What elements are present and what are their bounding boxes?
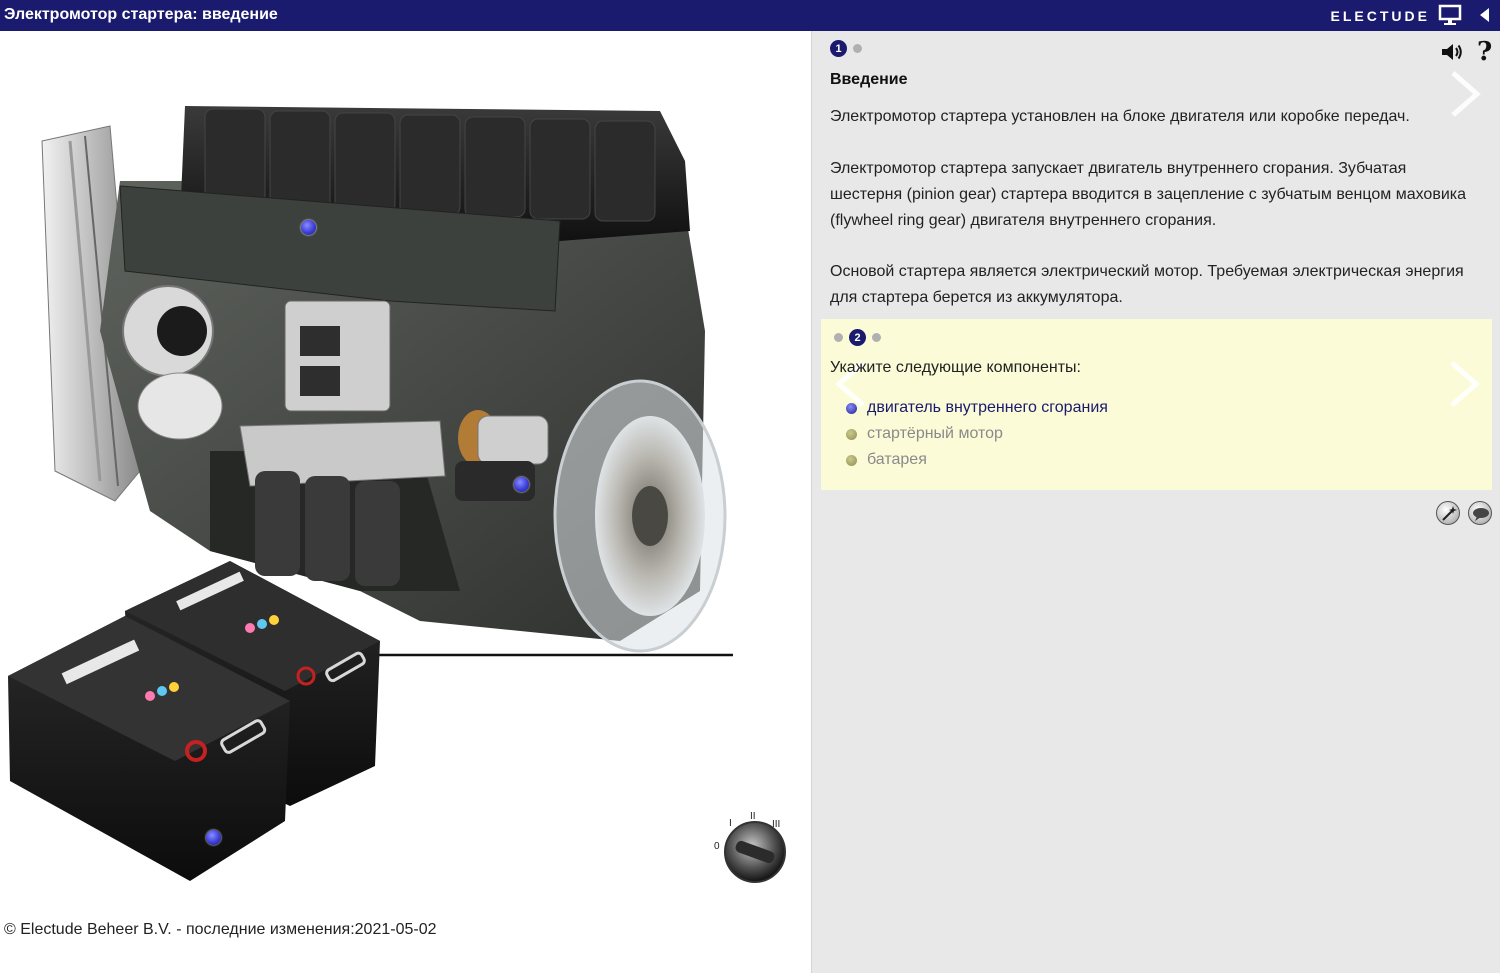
list-item: двигатель внутреннего сгорания (846, 395, 1108, 421)
battery-pack (8, 561, 380, 881)
flywheel-housing (553, 379, 727, 653)
list-item: стартёрный мотор (846, 421, 1108, 447)
task-box: 2 Укажите следующие компоненты: двигател… (821, 319, 1492, 490)
ignition-label-1: I (729, 818, 732, 829)
list-item-label: батарея (867, 451, 927, 468)
step-dot[interactable] (834, 333, 843, 342)
ignition-label-2: II (750, 811, 756, 822)
presentation-screen-icon[interactable] (1438, 4, 1462, 26)
list-item-label: стартёрный мотор (867, 425, 1003, 442)
speech-bubble-icon[interactable] (1468, 501, 1492, 525)
step-dot[interactable] (872, 333, 881, 342)
intro-paragraph-2: Электромотор стартера запускает двигател… (830, 160, 1467, 229)
bullet-icon (846, 403, 857, 414)
copyright-text: © Electude Beheer B.V. - последние измен… (4, 921, 437, 938)
list-item: батарея (846, 447, 1108, 473)
speaker-icon[interactable] (1440, 41, 1464, 63)
step-indicator-task: 2 (834, 329, 881, 346)
hotspot-battery[interactable] (206, 830, 221, 845)
triangle-left-icon[interactable] (1478, 7, 1490, 23)
brand-logo: ELECTUDE (1330, 8, 1430, 24)
question-mark-icon[interactable]: ? (1477, 37, 1492, 67)
hotspot-starter-motor[interactable] (514, 477, 529, 492)
intro-paragraph-3: Основой стартера является электрический … (830, 263, 1464, 306)
list-item-label: двигатель внутреннего сгорания (867, 399, 1108, 416)
task-title: Укажите следующие компоненты: (830, 359, 1081, 376)
section-title: Введение (830, 71, 908, 88)
bullet-icon (846, 429, 857, 440)
page-title: Электромотор стартера: введение (4, 6, 278, 23)
ignition-switch-icon[interactable]: 0 I II III (714, 811, 786, 883)
step-dot-active[interactable]: 1 (830, 40, 847, 57)
bullet-icon (846, 455, 857, 466)
engine-scene: 0 I II III (8, 106, 786, 883)
step-dot-active[interactable]: 2 (849, 329, 866, 346)
component-list: двигатель внутреннего сгорания стартёрны… (846, 395, 1108, 473)
step-indicator-intro: 1 (830, 40, 862, 57)
intro-paragraph-1: Электромотор стартера установлен на блок… (830, 108, 1410, 125)
step-dot[interactable] (853, 44, 862, 53)
title-bar: Электромотор стартера: введение ELECTUDE (0, 0, 1500, 31)
magic-wand-icon[interactable] (1436, 501, 1460, 525)
ignition-label-3: III (772, 819, 780, 830)
info-panel: 1 ? Введение Электромотор стартера устан… (811, 31, 1500, 973)
ignition-label-0: 0 (714, 841, 720, 852)
scene-pane: 0 I II III © Electude Beheer B.V. - посл… (0, 31, 811, 973)
chevron-right-icon[interactable] (1446, 359, 1482, 409)
hotspot-engine[interactable] (301, 220, 316, 235)
